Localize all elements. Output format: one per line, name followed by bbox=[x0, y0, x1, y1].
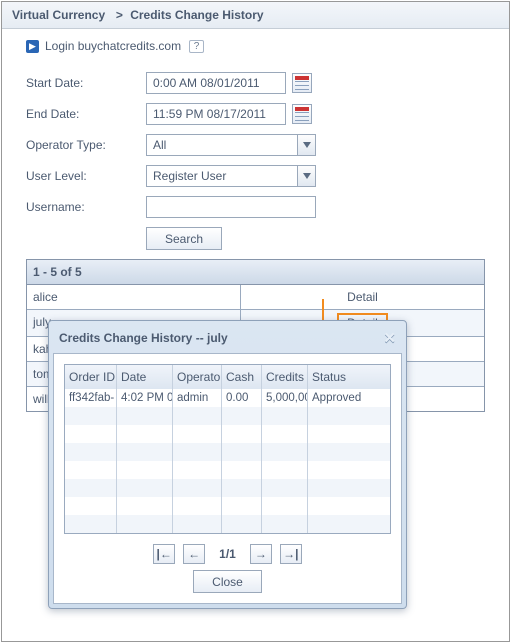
start-date-label: Start Date: bbox=[26, 76, 146, 90]
prev-page-button[interactable]: ← bbox=[183, 544, 205, 564]
breadcrumb-root[interactable]: Virtual Currency bbox=[12, 8, 105, 22]
login-icon: ▶ bbox=[26, 40, 39, 53]
detail-dialog: Credits Change History -- july ✕ Order I… bbox=[48, 320, 407, 609]
end-date-label: End Date: bbox=[26, 107, 146, 121]
username-input[interactable] bbox=[146, 196, 316, 218]
filter-form: Start Date: End Date: Operator Type: Use… bbox=[2, 57, 509, 250]
cell-cash: 0.00 bbox=[222, 389, 262, 407]
end-date-input[interactable] bbox=[146, 103, 286, 125]
page-indicator: 1/1 bbox=[213, 547, 242, 561]
operator-type-label: Operator Type: bbox=[26, 138, 146, 152]
detail-table: Order ID Date Operator Cash Credits Stat… bbox=[64, 364, 391, 534]
operator-type-select[interactable] bbox=[146, 134, 316, 156]
col-operator: Operator bbox=[173, 365, 222, 389]
detail-link[interactable]: Detail bbox=[347, 290, 378, 304]
col-cash: Cash bbox=[222, 365, 262, 389]
first-page-button[interactable]: |← bbox=[153, 544, 175, 564]
col-order-id: Order ID bbox=[65, 365, 117, 389]
help-icon[interactable]: ? bbox=[189, 40, 204, 53]
login-link[interactable]: Login buychatcredits.com bbox=[45, 39, 181, 53]
calendar-icon[interactable] bbox=[292, 73, 312, 93]
col-credits: Credits bbox=[262, 365, 308, 389]
cell-status: Approved bbox=[308, 389, 390, 407]
col-date: Date bbox=[117, 365, 173, 389]
next-page-button[interactable]: → bbox=[250, 544, 272, 564]
username-label: Username: bbox=[26, 200, 146, 214]
close-button[interactable]: Close bbox=[193, 570, 262, 593]
last-page-button[interactable]: →| bbox=[280, 544, 302, 564]
dialog-title: Credits Change History -- july bbox=[59, 331, 228, 345]
cell-order-id: ff342fab- bbox=[65, 389, 117, 407]
cell-credits: 5,000,00 bbox=[262, 389, 308, 407]
cell-operator: admin bbox=[173, 389, 222, 407]
close-icon[interactable]: ✕ bbox=[383, 329, 396, 347]
chevron-down-icon[interactable] bbox=[297, 135, 315, 155]
user-level-label: User Level: bbox=[26, 169, 146, 183]
search-button[interactable]: Search bbox=[146, 227, 222, 250]
results-summary: 1 - 5 of 5 bbox=[27, 260, 484, 285]
chevron-down-icon[interactable] bbox=[297, 166, 315, 186]
breadcrumb-sep: > bbox=[109, 8, 127, 22]
col-status: Status bbox=[308, 365, 390, 389]
calendar-icon[interactable] bbox=[292, 104, 312, 124]
start-date-input[interactable] bbox=[146, 72, 286, 94]
user-level-select[interactable] bbox=[146, 165, 316, 187]
breadcrumb-current: Credits Change History bbox=[130, 8, 263, 22]
pager: |← ← 1/1 → →| bbox=[64, 544, 391, 564]
cell-date: 4:02 PM 0 bbox=[117, 389, 173, 407]
table-row-name: alice bbox=[27, 285, 241, 309]
breadcrumb: Virtual Currency > Credits Change Histor… bbox=[2, 2, 509, 29]
